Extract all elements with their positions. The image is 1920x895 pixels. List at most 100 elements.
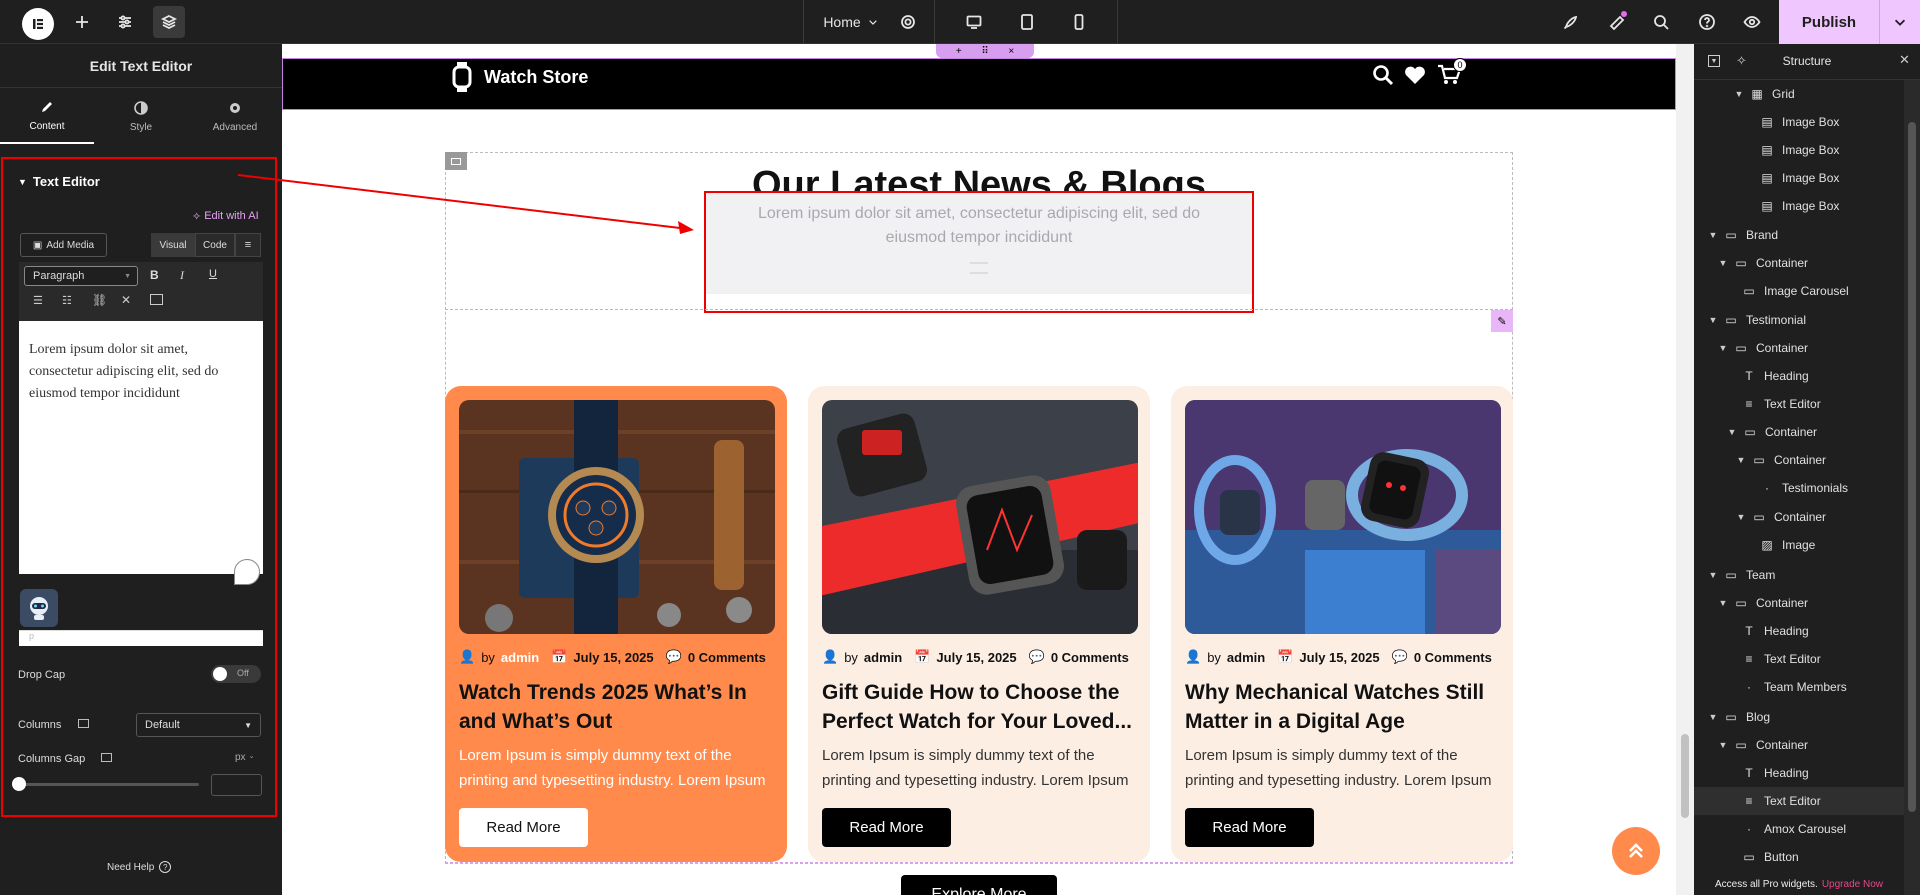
tree-item-blog[interactable]: ▼ ▭ Blog xyxy=(1694,703,1904,731)
toolbar-toggle-icon[interactable] xyxy=(150,294,163,305)
code-tab[interactable]: Code xyxy=(195,233,235,257)
comments-count[interactable]: 0 Comments xyxy=(688,650,766,665)
author-link[interactable]: admin xyxy=(501,650,539,665)
blog-card[interactable]: 👤 by admin 📅 July 15, 2025 💬 0 Comments Gif… xyxy=(808,386,1150,862)
site-brand[interactable]: Watch Store xyxy=(452,62,588,92)
dynamic-tags-icon[interactable]: ≡ xyxy=(235,233,261,257)
blog-card[interactable]: 👤 by admin 📅 July 15, 2025 💬 0 Comments Why… xyxy=(1171,386,1513,862)
desktop-view-icon[interactable] xyxy=(960,0,988,44)
underline-icon[interactable]: U xyxy=(209,268,217,280)
add-media-button[interactable]: ▣ Add Media xyxy=(20,233,107,257)
preview-eye-icon[interactable] xyxy=(1739,0,1765,44)
tree-item-container[interactable]: ▼ ▭ Container xyxy=(1694,418,1904,446)
edit-with-ai-link[interactable]: ✧ Edit with AI xyxy=(192,210,259,223)
fullscreen-icon[interactable]: ✕ xyxy=(121,293,131,307)
blog-card[interactable]: 👤 by admin 📅 July 15, 2025 💬 0 Comments Wat… xyxy=(445,386,787,862)
post-title[interactable]: Why Mechanical Watches Still Matter in a… xyxy=(1185,678,1505,736)
tree-item-image-carousel[interactable]: ▭ Image Carousel xyxy=(1694,277,1904,305)
tree-item-container[interactable]: ▼ ▭ Container xyxy=(1694,731,1904,759)
publish-button[interactable]: Publish xyxy=(1779,0,1879,44)
blog-card-image[interactable] xyxy=(1185,400,1501,634)
tree-item-amox-carousel[interactable]: · Amox Carousel xyxy=(1694,815,1904,843)
read-more-button[interactable]: Read More xyxy=(822,808,951,847)
search-icon[interactable] xyxy=(1372,64,1394,89)
tree-item-heading[interactable]: T Heading xyxy=(1694,362,1904,390)
section-handle[interactable]: + ⠿ × xyxy=(936,44,1034,58)
tree-item-image-box[interactable]: ▤ Image Box xyxy=(1694,136,1904,164)
add-element-icon[interactable] xyxy=(68,0,96,44)
paragraph-format-select[interactable]: Paragraph ▼ xyxy=(24,266,138,286)
page-settings-gear-icon[interactable] xyxy=(896,0,920,44)
tree-item-text-editor[interactable]: ≡ Text Editor xyxy=(1694,645,1904,673)
tree-item-image-box[interactable]: ▤ Image Box xyxy=(1694,164,1904,192)
close-icon[interactable]: ✕ xyxy=(1899,52,1910,68)
visual-tab[interactable]: Visual xyxy=(151,233,195,257)
edit-pencil-icon[interactable]: ✎ xyxy=(1491,310,1513,332)
blog-card-image[interactable] xyxy=(822,400,1138,634)
responsive-desktop-icon[interactable] xyxy=(101,753,112,762)
tab-style[interactable]: Style xyxy=(94,88,188,144)
tree-item-brand[interactable]: ▼ ▭ Brand xyxy=(1694,221,1904,249)
tree-item-grid[interactable]: ▼ ▦ Grid xyxy=(1694,80,1904,108)
wishlist-heart-icon[interactable] xyxy=(1404,65,1426,88)
tree-item-container[interactable]: ▼ ▭ Container xyxy=(1694,446,1904,474)
tree-item-team[interactable]: ▼ ▭ Team xyxy=(1694,561,1904,589)
cart-icon[interactable]: 0 xyxy=(1437,58,1467,89)
post-title[interactable]: Gift Guide How to Choose the Perfect Wat… xyxy=(822,678,1142,736)
tree-item-heading[interactable]: T Heading xyxy=(1694,617,1904,645)
search-icon[interactable] xyxy=(1648,0,1674,44)
tree-item-text-editor-selected[interactable]: ≡ Text Editor xyxy=(1694,787,1904,815)
numbered-list-icon[interactable]: ☷ xyxy=(62,294,72,307)
canvas-scrollbar-track[interactable] xyxy=(1676,44,1694,895)
help-icon[interactable] xyxy=(1694,0,1720,44)
tree-item-image[interactable]: ▨ Image xyxy=(1694,531,1904,559)
italic-icon[interactable]: I xyxy=(180,268,184,283)
tablet-view-icon[interactable] xyxy=(1013,0,1041,44)
unit-select[interactable]: px ⌄ xyxy=(235,752,254,763)
upgrade-link[interactable]: Upgrade Now xyxy=(1822,879,1883,890)
rocket-icon[interactable] xyxy=(1558,0,1584,44)
elementor-logo-icon[interactable] xyxy=(22,8,54,40)
tree-item-container[interactable]: ▼ ▭ Container xyxy=(1694,334,1904,362)
tree-item-image-box[interactable]: ▤ Image Box xyxy=(1694,108,1904,136)
structure-scrollbar[interactable] xyxy=(1904,80,1920,895)
read-more-button[interactable]: Read More xyxy=(459,808,588,847)
section-toggle[interactable]: ▼ Text Editor xyxy=(18,174,100,189)
author-link[interactable]: admin xyxy=(1227,650,1265,665)
site-settings-icon[interactable] xyxy=(111,0,139,44)
columns-gap-slider-track[interactable] xyxy=(18,783,199,786)
responsive-desktop-icon[interactable] xyxy=(78,719,89,728)
page-select[interactable]: Home xyxy=(816,0,886,44)
comments-count[interactable]: 0 Comments xyxy=(1051,650,1129,665)
assistant-avatar[interactable] xyxy=(20,589,58,627)
scroll-to-top-icon[interactable] xyxy=(1612,827,1660,875)
tree-item-testimonial[interactable]: ▼ ▭ Testimonial xyxy=(1694,306,1904,334)
read-more-button[interactable]: Read More xyxy=(1185,808,1314,847)
whats-new-icon[interactable] xyxy=(1604,0,1630,44)
author-link[interactable]: admin xyxy=(864,650,902,665)
columns-select[interactable]: Default ▼ xyxy=(136,713,261,737)
columns-gap-slider-handle[interactable] xyxy=(12,777,26,791)
comments-count[interactable]: 0 Comments xyxy=(1414,650,1492,665)
tree-item-heading[interactable]: T Heading xyxy=(1694,759,1904,787)
post-title[interactable]: Watch Trends 2025 What’s In and What’s O… xyxy=(459,678,779,736)
tree-item-container[interactable]: ▼ ▭ Container xyxy=(1694,249,1904,277)
bold-icon[interactable]: B xyxy=(150,268,159,282)
blog-card-image[interactable] xyxy=(459,400,775,634)
mobile-view-icon[interactable] xyxy=(1065,0,1093,44)
explore-more-button[interactable]: Explore More xyxy=(901,875,1057,895)
tab-advanced[interactable]: Advanced xyxy=(188,88,282,144)
tree-item-image-box[interactable]: ▤ Image Box xyxy=(1694,192,1904,220)
tab-content[interactable]: Content xyxy=(0,88,94,144)
need-help-link[interactable]: Need Help ? xyxy=(107,861,172,873)
tree-item-container[interactable]: ▼ ▭ Container xyxy=(1694,589,1904,617)
bullet-list-icon[interactable]: ☰ xyxy=(33,294,43,307)
tree-item-button[interactable]: ▭ Button xyxy=(1694,843,1904,871)
publish-options-chevron-icon[interactable] xyxy=(1879,0,1920,44)
structure-layers-icon[interactable] xyxy=(153,6,185,38)
canvas-scrollbar-thumb[interactable] xyxy=(1681,734,1689,818)
columns-gap-input[interactable] xyxy=(211,774,262,796)
tree-item-container[interactable]: ▼ ▭ Container xyxy=(1694,503,1904,531)
structure-scrollbar-thumb[interactable] xyxy=(1908,122,1916,812)
tree-item-text-editor[interactable]: ≡ Text Editor xyxy=(1694,390,1904,418)
